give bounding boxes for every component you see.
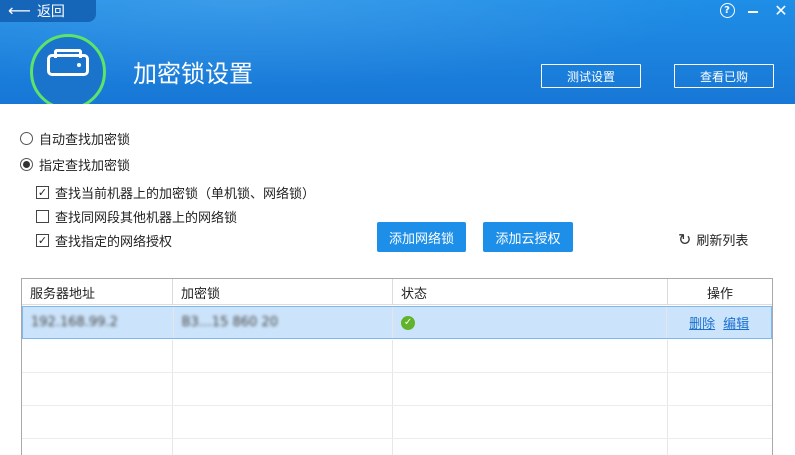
test-settings-button[interactable]: 测试设置 xyxy=(541,64,641,88)
radio-icon xyxy=(20,132,33,145)
checkbox-checked-icon: ✓ xyxy=(36,234,49,247)
back-label: 返回 xyxy=(36,4,65,20)
refresh-list-button[interactable]: ↻ 刷新列表 xyxy=(678,230,748,249)
lock-id: B3…15 860 20 xyxy=(181,315,278,330)
specified-find-radio[interactable]: 指定查找加密锁 xyxy=(20,155,130,174)
dongle-logo xyxy=(30,34,106,104)
add-network-lock-button[interactable]: 添加网络锁 xyxy=(377,222,466,252)
refresh-label: 刷新列表 xyxy=(696,234,749,249)
arrow-left-icon: ⟵ xyxy=(8,1,31,20)
column-server[interactable]: 服务器地址 xyxy=(22,279,173,305)
usb-key-icon xyxy=(47,49,89,76)
actions-cell: 删除 编辑 xyxy=(667,307,771,338)
radio-selected-icon xyxy=(20,158,33,171)
column-status[interactable]: 状态 xyxy=(393,279,668,305)
edit-link[interactable]: 编辑 xyxy=(723,313,749,332)
server-address-cell: 192.168.99.2 xyxy=(23,307,174,338)
column-lock[interactable]: 加密锁 xyxy=(173,279,393,305)
lock-id-cell: B3…15 860 20 xyxy=(174,307,394,338)
help-icon[interactable]: ? xyxy=(717,1,737,19)
table-row-empty xyxy=(22,373,772,406)
table-row-empty xyxy=(22,340,772,373)
checkbox-icon xyxy=(36,210,49,223)
check-local-lock[interactable]: ✓ 查找当前机器上的加密锁（单机锁、网络锁） xyxy=(36,183,315,202)
page-title: 加密锁设置 xyxy=(133,60,253,88)
table-header: 服务器地址 加密锁 状态 操作 xyxy=(22,279,772,305)
table-row-empty xyxy=(22,406,772,439)
back-button[interactable]: ⟵ 返回 xyxy=(0,0,96,22)
checkbox-checked-icon: ✓ xyxy=(36,186,49,199)
table-row-empty xyxy=(22,439,772,455)
refresh-icon: ↻ xyxy=(678,229,692,249)
server-address: 192.168.99.2 xyxy=(31,315,118,330)
status-ok-icon: ✓ xyxy=(401,315,416,330)
column-actions: 操作 xyxy=(706,286,733,302)
lock-table: 服务器地址 加密锁 状态 操作 192.168.99.2 B3…15 860 2… xyxy=(21,278,773,455)
auto-find-label: 自动查找加密锁 xyxy=(39,133,131,148)
close-icon[interactable]: ✕ xyxy=(771,1,791,20)
add-cloud-license-button[interactable]: 添加云授权 xyxy=(483,222,573,252)
view-purchased-button[interactable]: 查看已购 xyxy=(674,64,774,88)
check-segment-label: 查找同网段其他机器上的网络锁 xyxy=(55,211,238,226)
table-row[interactable]: 192.168.99.2 B3…15 860 20 ✓ 删除 编辑 xyxy=(22,306,772,339)
header-glow xyxy=(0,0,795,104)
auto-find-radio[interactable]: 自动查找加密锁 xyxy=(20,129,130,148)
minimize-icon[interactable] xyxy=(743,1,763,19)
status-cell: ✓ xyxy=(393,307,668,338)
delete-link[interactable]: 删除 xyxy=(689,313,715,332)
specified-find-label: 指定查找加密锁 xyxy=(39,159,131,174)
check-local-label: 查找当前机器上的加密锁（单机锁、网络锁） xyxy=(55,187,316,202)
check-specified-label: 查找指定的网络授权 xyxy=(55,235,173,250)
header-bar: ⟵ 返回 ? ✕ 加密锁设置 测试设置 查看已购 xyxy=(0,0,795,104)
check-segment-lock[interactable]: 查找同网段其他机器上的网络锁 xyxy=(36,207,237,226)
check-specified-license[interactable]: ✓ 查找指定的网络授权 xyxy=(36,231,172,250)
